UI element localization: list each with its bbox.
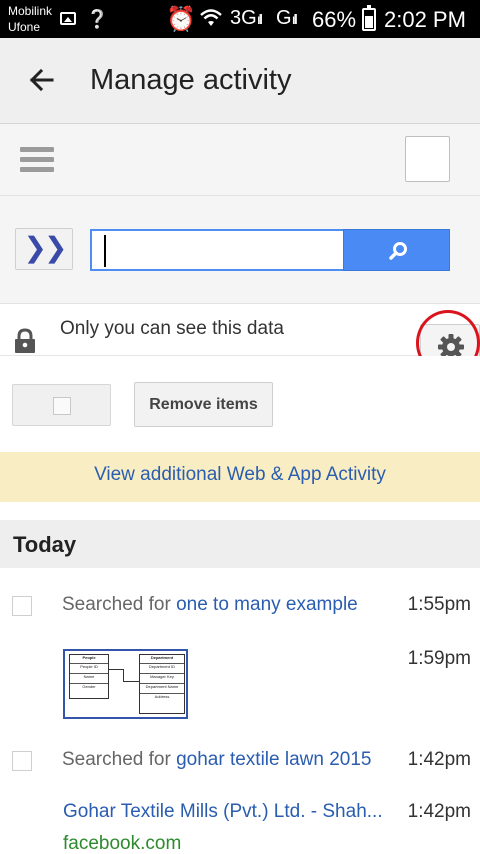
toolbar [0,124,480,196]
double-chevron-right-icon: ❯❯ [23,232,68,263]
visited-page-domain: facebook.com [63,833,182,854]
er-connector [123,669,124,681]
er-table-left: People People ID Name Gender [69,654,109,699]
remove-items-button[interactable]: Remove items [134,382,273,427]
expand-sidebar-button[interactable]: ❯❯ [15,228,73,270]
er-row: People ID [70,663,108,673]
privacy-text: Only you can see this data [60,318,284,339]
carrier-info: Mobilink Ufone [8,3,52,35]
item-time: 1:42pm [407,801,471,822]
wifi-icon [198,6,224,34]
image-notification-icon [60,12,76,25]
select-checkbox[interactable] [405,136,450,182]
carrier-1: Mobilink [8,4,53,18]
clock: 2:02 PM [384,7,466,32]
search-prefix: Searched for [62,594,177,615]
select-all-checkbox [53,397,71,415]
item-checkbox[interactable] [12,596,32,616]
signal-g-icon: Gıll [276,7,298,29]
search-icon [389,242,407,260]
search-query-link[interactable]: gohar textile lawn 2015 [176,749,371,770]
signal-3g-icon: 3Gıll [230,7,263,29]
lock-icon [15,328,35,353]
network-3g-label: 3G [230,7,257,29]
list-item: Searched for one to many example [62,594,358,616]
privacy-row: Only you can see this data [0,304,480,376]
er-row: Gender [70,683,108,693]
activity-banner: View additional Web & App Activity [0,452,480,502]
status-bar: Mobilink Ufone ❔ ⏰ 3Gıll Gıll 66% 2:02 P… [0,0,480,38]
er-header-left: People [82,655,96,660]
menu-icon[interactable] [20,147,54,173]
wifi-unknown-icon: ❔ [86,9,109,29]
text-caret [104,235,106,267]
alarm-icon: ⏰ [166,6,196,33]
battery-percent: 66% [312,7,357,32]
image-thumbnail[interactable]: People People ID Name Gender Department … [63,649,188,719]
item-checkbox[interactable] [12,751,32,771]
day-header-label: Today [13,532,77,557]
er-row: Address [140,693,184,703]
activity-list: Searched for one to many example 1:55pm … [0,568,480,854]
item-time: 1:55pm [407,594,471,615]
search-input[interactable] [90,229,345,271]
back-arrow-icon[interactable] [22,60,62,100]
item-time: 1:42pm [407,749,471,770]
list-item: Searched for gohar textile lawn 2015 [62,749,372,771]
er-row: Name [70,673,108,683]
search-query-link[interactable]: one to many example [176,594,358,615]
er-table-right: Department Department ID Manager Key Dep… [139,654,185,714]
carrier-2: Ufone [8,20,41,34]
er-connector [123,681,139,682]
network-g-label: G [276,7,292,29]
search-row: ❯❯ [0,196,480,304]
additional-activity-link[interactable]: View additional Web & App Activity [94,464,386,486]
app-bar: Manage activity [0,38,480,124]
visited-page-link[interactable]: Gohar Textile Mills (Pvt.) Ltd. - Shah..… [63,801,383,823]
er-header-right: Department [150,655,174,660]
select-all-button[interactable] [12,384,111,426]
day-header: Today [0,520,480,568]
battery-icon [362,5,376,31]
er-row: Department Name [140,683,184,693]
er-row: Department ID [140,663,184,673]
page-title: Manage activity [90,64,292,96]
actions-row: Remove items [0,356,480,452]
spacer [0,502,480,520]
item-time: 1:59pm [407,648,471,669]
search-button[interactable] [343,229,450,271]
search-prefix: Searched for [62,749,177,770]
er-connector [109,669,123,670]
er-row: Manager Key [140,673,184,683]
